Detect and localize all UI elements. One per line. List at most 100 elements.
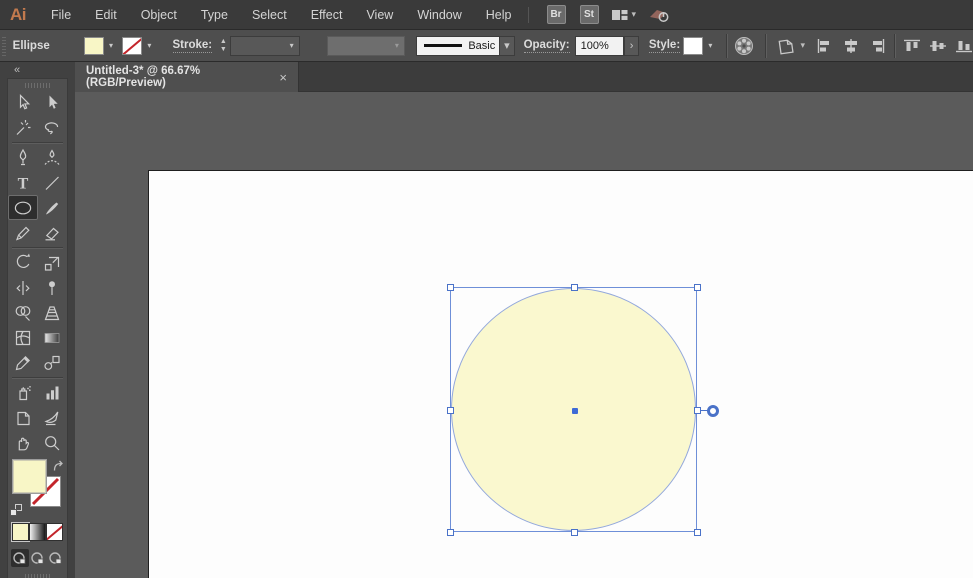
stock-button[interactable]: St bbox=[579, 5, 599, 24]
recolor-artwork-icon[interactable] bbox=[733, 35, 755, 57]
selection-handle[interactable] bbox=[447, 406, 454, 414]
curvature-tool[interactable] bbox=[38, 145, 68, 170]
horizontal-align-center-icon[interactable] bbox=[842, 34, 860, 58]
align-group-divider bbox=[893, 33, 895, 58]
ellipse-tool[interactable] bbox=[8, 195, 38, 220]
style-panel-link[interactable]: Style: bbox=[648, 39, 681, 53]
stroke-weight-stepper[interactable]: ▲ ▼ bbox=[218, 35, 228, 57]
panel-bottom-grip[interactable] bbox=[24, 574, 51, 578]
vertical-align-center-icon[interactable] bbox=[929, 34, 947, 58]
shaper-tool[interactable] bbox=[8, 220, 38, 245]
selection-handle[interactable] bbox=[694, 284, 701, 291]
menu-item-edit[interactable]: Edit bbox=[83, 0, 129, 30]
opacity-panel-link[interactable]: Opacity: bbox=[523, 39, 570, 53]
draw-normal-button[interactable] bbox=[11, 549, 29, 567]
toolbar-panel: T bbox=[7, 78, 68, 578]
perspective-grid-tool[interactable] bbox=[38, 300, 68, 325]
close-tab-icon[interactable]: × bbox=[276, 70, 290, 85]
width-tool[interactable] bbox=[8, 275, 38, 300]
selection-handle[interactable] bbox=[694, 529, 701, 536]
shape-builder-tool[interactable] bbox=[8, 300, 38, 325]
live-shape-widget-icon[interactable] bbox=[707, 404, 719, 417]
opacity-more-button[interactable]: › bbox=[624, 35, 639, 56]
vertical-align-bottom-icon[interactable] bbox=[955, 34, 973, 58]
symbol-sprayer-tool[interactable] bbox=[8, 380, 38, 405]
selection-handle[interactable] bbox=[447, 529, 454, 536]
menu-item-effect[interactable]: Effect bbox=[299, 0, 355, 30]
stroke-weight-dropdown[interactable]: ▾ bbox=[229, 35, 301, 56]
collapse-panel-button[interactable]: « bbox=[0, 62, 75, 78]
pen-tool[interactable] bbox=[8, 145, 38, 170]
magic-wand-tool[interactable] bbox=[8, 115, 38, 140]
slice-tool[interactable] bbox=[38, 405, 68, 430]
artboard-tool[interactable] bbox=[8, 405, 38, 430]
opacity-input[interactable]: 100% bbox=[574, 35, 625, 56]
workspace-switcher-icon[interactable]: ▾ bbox=[611, 7, 636, 23]
style-chevron-icon[interactable]: ▾ bbox=[703, 37, 717, 55]
svg-text:T: T bbox=[17, 175, 28, 192]
none-swatch-button[interactable] bbox=[46, 523, 63, 541]
selection-tool[interactable] bbox=[8, 90, 38, 115]
column-graph-tool[interactable] bbox=[38, 380, 68, 405]
default-fill-stroke-icon[interactable] bbox=[10, 504, 22, 516]
swap-fill-stroke-icon[interactable] bbox=[52, 460, 65, 473]
brush-definition-dropdown[interactable]: Basic bbox=[416, 35, 501, 56]
canvas-pasteboard[interactable] bbox=[75, 92, 973, 578]
panel-drag-grip[interactable] bbox=[24, 83, 51, 88]
draw-inside-button[interactable] bbox=[46, 549, 64, 567]
menu-item-file[interactable]: File bbox=[39, 0, 83, 30]
fill-color-chevron-icon[interactable]: ▾ bbox=[104, 37, 118, 55]
style-swatch[interactable] bbox=[683, 36, 704, 55]
menu-item-help[interactable]: Help bbox=[474, 0, 524, 30]
gpu-performance-icon[interactable] bbox=[648, 6, 672, 24]
stroke-color-swatch[interactable] bbox=[122, 36, 143, 55]
document-title: Untitled-3* @ 66.67% (RGB/Preview) bbox=[86, 65, 201, 89]
blend-tool[interactable] bbox=[38, 350, 68, 375]
fill-indicator-swatch[interactable] bbox=[13, 460, 46, 493]
paintbrush-tool[interactable] bbox=[38, 195, 68, 220]
rotate-tool[interactable] bbox=[8, 250, 38, 275]
vertical-align-top-icon[interactable] bbox=[903, 34, 921, 58]
hand-tool[interactable] bbox=[8, 430, 38, 455]
selection-handle[interactable] bbox=[570, 284, 578, 291]
fill-color-swatch[interactable] bbox=[83, 36, 104, 55]
gradient-swatch-button[interactable] bbox=[29, 523, 46, 541]
mesh-tool[interactable] bbox=[8, 325, 38, 350]
menu-item-object[interactable]: Object bbox=[129, 0, 189, 30]
selection-bounding-box[interactable] bbox=[447, 284, 719, 536]
isolate-object-icon[interactable]: ▾ bbox=[775, 35, 805, 57]
puppet-warp-tool[interactable] bbox=[38, 275, 68, 300]
selection-handle[interactable] bbox=[447, 284, 454, 291]
color-swatch-button[interactable] bbox=[12, 523, 29, 541]
horizontal-align-right-icon[interactable] bbox=[868, 34, 886, 58]
type-tool[interactable]: T bbox=[8, 170, 38, 195]
line-segment-tool[interactable] bbox=[38, 170, 68, 195]
width-profile-dropdown[interactable]: ▾ bbox=[327, 35, 406, 56]
menu-item-view[interactable]: View bbox=[354, 0, 405, 30]
gradient-tool[interactable] bbox=[38, 325, 68, 350]
eyedropper-tool[interactable] bbox=[8, 350, 38, 375]
stroke-panel-link[interactable]: Stroke: bbox=[172, 39, 213, 53]
document-tab[interactable]: Untitled-3* @ 66.67% (RGB/Preview) × bbox=[75, 62, 299, 92]
eraser-tool[interactable] bbox=[38, 220, 68, 245]
menu-bar: Ai File Edit Object Type Select Effect View Win… bbox=[0, 0, 973, 30]
scale-tool[interactable] bbox=[38, 250, 68, 275]
menu-item-type[interactable]: Type bbox=[189, 0, 240, 30]
horizontal-align-left-icon[interactable] bbox=[816, 34, 834, 58]
brush-dropdown-chevron-icon[interactable]: ▾ bbox=[500, 35, 515, 56]
tool-group-divider bbox=[12, 142, 63, 143]
direct-selection-tool[interactable] bbox=[38, 90, 68, 115]
menu-item-window[interactable]: Window bbox=[405, 0, 473, 30]
selection-handle[interactable] bbox=[694, 406, 701, 414]
controlbar-divider bbox=[765, 33, 767, 58]
selection-handle[interactable] bbox=[570, 529, 578, 536]
lasso-tool[interactable] bbox=[38, 115, 68, 140]
stroke-color-chevron-icon[interactable]: ▾ bbox=[142, 37, 156, 55]
zoom-tool[interactable] bbox=[38, 430, 68, 455]
controlbar-grip[interactable] bbox=[0, 35, 7, 56]
bridge-button[interactable]: Br bbox=[546, 5, 566, 24]
menu-item-select[interactable]: Select bbox=[240, 0, 299, 30]
draw-behind-button[interactable] bbox=[29, 549, 47, 567]
shape-center-point[interactable] bbox=[571, 407, 578, 414]
align-tools bbox=[816, 33, 973, 58]
